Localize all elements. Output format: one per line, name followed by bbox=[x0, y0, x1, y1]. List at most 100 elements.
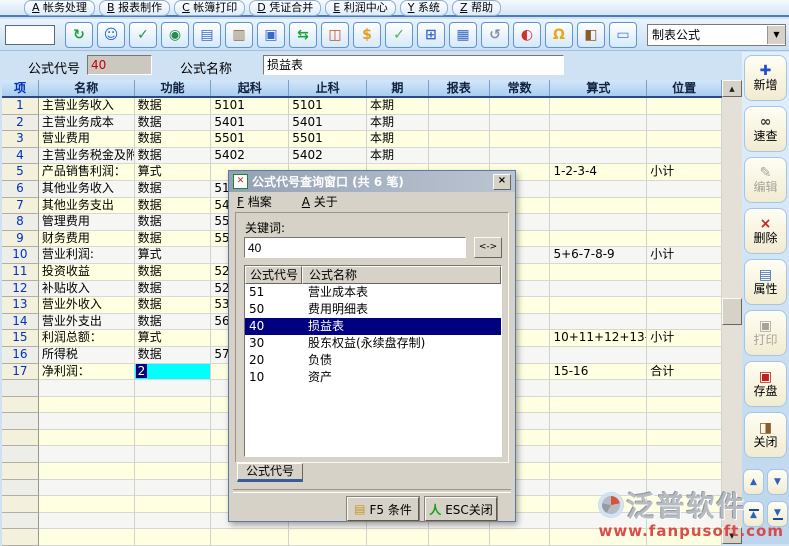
f5-condition-button[interactable]: ▤ F5 条件 bbox=[347, 497, 419, 521]
table-cell[interactable] bbox=[647, 430, 722, 447]
table-cell[interactable]: 小计 bbox=[647, 330, 722, 347]
row-number-cell[interactable]: 11 bbox=[2, 264, 39, 281]
table-cell[interactable] bbox=[647, 214, 722, 231]
table-cell[interactable]: 算式 bbox=[135, 247, 212, 264]
esc-close-button[interactable]: 人 ESC关闭 bbox=[425, 497, 497, 521]
keyword-input[interactable] bbox=[244, 237, 466, 258]
swap-button[interactable]: <-> bbox=[474, 237, 502, 258]
table-cell[interactable]: 管理费用 bbox=[39, 214, 135, 231]
table-cell[interactable] bbox=[550, 297, 647, 314]
table-cell[interactable]: 5101 bbox=[289, 98, 367, 115]
table-cell[interactable]: 数据 bbox=[135, 198, 212, 215]
table-cell[interactable] bbox=[135, 397, 212, 414]
table-cell[interactable] bbox=[647, 347, 722, 364]
table-cell[interactable] bbox=[490, 131, 551, 148]
table-cell[interactable]: 所得税 bbox=[39, 347, 135, 364]
新增-button[interactable]: ✚新增 bbox=[744, 55, 787, 101]
table-cell[interactable]: 数据 bbox=[135, 314, 212, 331]
属性-button[interactable]: ▤属性 bbox=[744, 259, 787, 305]
table-cell[interactable]: 算式 bbox=[135, 330, 212, 347]
transfer-button[interactable]: ⇆ bbox=[289, 22, 317, 48]
删除-button[interactable]: ×删除 bbox=[744, 208, 787, 254]
table-cell[interactable]: 本期 bbox=[367, 131, 429, 148]
cell-editor[interactable]: 2 bbox=[136, 364, 148, 378]
table-cell[interactable]: 数据 bbox=[135, 181, 212, 198]
table-cell[interactable]: 5401 bbox=[289, 115, 367, 132]
row-number-cell[interactable]: 14 bbox=[2, 314, 39, 331]
table-cell[interactable] bbox=[490, 148, 551, 165]
ledger-book-button[interactable]: ▥ bbox=[225, 22, 253, 48]
table-cell[interactable] bbox=[39, 380, 135, 397]
row-number-cell[interactable]: 4 bbox=[2, 148, 39, 165]
table-cell[interactable] bbox=[135, 430, 212, 447]
table-cell[interactable] bbox=[550, 380, 647, 397]
row-number-cell[interactable] bbox=[2, 463, 39, 480]
row-number-cell[interactable]: 17 bbox=[2, 364, 39, 381]
table-cell[interactable] bbox=[647, 181, 722, 198]
table-cell[interactable]: 主营业务收入 bbox=[39, 98, 135, 115]
table-cell[interactable] bbox=[39, 463, 135, 480]
save-report-button[interactable]: ▦ bbox=[449, 22, 477, 48]
table-cell[interactable] bbox=[550, 446, 647, 463]
row-number-cell[interactable]: 3 bbox=[2, 131, 39, 148]
table-cell[interactable]: 净利润： bbox=[39, 364, 135, 381]
存盘-button[interactable]: ▣存盘 bbox=[744, 361, 787, 407]
table-cell[interactable] bbox=[39, 513, 135, 530]
table-cell[interactable] bbox=[550, 198, 647, 215]
table-cell[interactable]: 5501 bbox=[289, 131, 367, 148]
table-cell[interactable]: 5101 bbox=[211, 98, 289, 115]
list-item[interactable]: 20负债 bbox=[245, 352, 501, 369]
table-cell[interactable] bbox=[647, 496, 722, 513]
chevron-down-icon[interactable]: ▼ bbox=[767, 26, 785, 44]
table-cell[interactable] bbox=[550, 98, 647, 115]
table-cell[interactable]: 营业外支出 bbox=[39, 314, 135, 331]
table-cell[interactable]: 2 bbox=[135, 364, 212, 381]
voucher-button[interactable]: ▤ bbox=[193, 22, 221, 48]
table-cell[interactable] bbox=[647, 131, 722, 148]
row-number-cell[interactable]: 1 bbox=[2, 98, 39, 115]
table-cell[interactable] bbox=[135, 413, 212, 430]
table-cell[interactable] bbox=[490, 98, 551, 115]
table-cell[interactable] bbox=[550, 148, 647, 165]
table-cell[interactable]: 本期 bbox=[367, 115, 429, 132]
row-number-cell[interactable] bbox=[2, 513, 39, 530]
table-cell[interactable] bbox=[647, 148, 722, 165]
table-cell[interactable]: 5401 bbox=[211, 115, 289, 132]
row-number-cell[interactable] bbox=[2, 446, 39, 463]
table-cell[interactable] bbox=[647, 513, 722, 530]
row-number-cell[interactable] bbox=[2, 480, 39, 497]
table-cell[interactable] bbox=[647, 413, 722, 430]
menu-item-E[interactable]: E 利润中心 bbox=[325, 0, 395, 16]
table-cell[interactable] bbox=[429, 98, 490, 115]
window-form-button[interactable]: ▭ bbox=[609, 22, 637, 48]
table-cell[interactable]: 主营业务成本 bbox=[39, 115, 135, 132]
toolbar-quick-input[interactable] bbox=[5, 25, 55, 45]
sync-button[interactable]: ↺ bbox=[481, 22, 509, 48]
table-cell[interactable] bbox=[39, 397, 135, 414]
table-cell[interactable]: 10+11+12+13-14 bbox=[550, 330, 647, 347]
record-last-button[interactable]: ▼ bbox=[767, 501, 788, 527]
table-cell[interactable] bbox=[550, 347, 647, 364]
table-cell[interactable] bbox=[647, 480, 722, 497]
scrollbar-thumb[interactable] bbox=[722, 298, 742, 325]
table-cell[interactable]: 数据 bbox=[135, 231, 212, 248]
table-cell[interactable] bbox=[39, 446, 135, 463]
table-cell[interactable] bbox=[135, 513, 212, 530]
formula-name-field[interactable]: 损益表 bbox=[263, 55, 564, 75]
list-item[interactable]: 10资产 bbox=[245, 369, 501, 386]
table-cell[interactable]: 合计 bbox=[647, 364, 722, 381]
table-cell[interactable] bbox=[647, 115, 722, 132]
table-cell[interactable] bbox=[550, 463, 647, 480]
verify-check-button[interactable]: ✓ bbox=[129, 22, 157, 48]
table-cell[interactable]: 小计 bbox=[647, 247, 722, 264]
scroll-down-icon[interactable]: ▼ bbox=[722, 527, 742, 544]
table-cell[interactable]: 小计 bbox=[647, 164, 722, 181]
table-cell[interactable] bbox=[647, 463, 722, 480]
table-cell[interactable] bbox=[647, 314, 722, 331]
table-cell[interactable] bbox=[39, 496, 135, 513]
menu-item-A[interactable]: A 帐务处理 bbox=[24, 0, 95, 16]
menu-item-C[interactable]: C 帐簿打印 bbox=[174, 0, 245, 16]
table-cell[interactable]: 其他业务收入 bbox=[39, 181, 135, 198]
table-cell[interactable] bbox=[647, 231, 722, 248]
table-cell[interactable] bbox=[135, 446, 212, 463]
